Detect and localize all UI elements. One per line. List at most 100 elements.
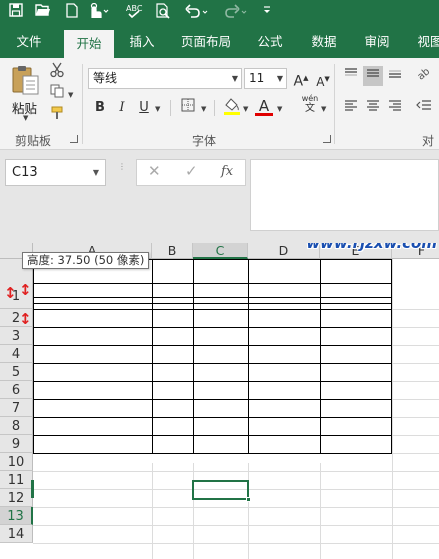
grow-font-label: A — [293, 73, 304, 90]
name-box-value: C13 — [12, 165, 38, 180]
table-border — [33, 259, 34, 453]
tab-formulas[interactable]: 公式 — [249, 25, 291, 58]
spellcheck-icon[interactable]: ABC — [124, 3, 144, 21]
align-center-icon[interactable] — [363, 98, 383, 118]
gridline — [392, 399, 439, 400]
insert-function-button[interactable]: fx — [221, 164, 233, 179]
row-indicator — [31, 480, 34, 498]
fill-color-dropdown-icon[interactable]: ▼ — [243, 105, 248, 113]
copy-icon[interactable] — [47, 84, 67, 104]
font-color-dropdown-icon[interactable]: ▼ — [277, 105, 282, 113]
gridline — [392, 327, 439, 328]
gridline — [392, 363, 439, 364]
tab-data[interactable]: 数据 — [302, 25, 346, 58]
align-top-icon[interactable] — [341, 66, 361, 86]
enter-button[interactable]: ✓ — [185, 162, 198, 180]
align-left-icon[interactable] — [341, 98, 361, 118]
redo-icon[interactable] — [222, 3, 250, 21]
paste-button[interactable]: 粘贴 ▼ — [8, 62, 44, 122]
svg-text:ABC: ABC — [126, 4, 143, 13]
gridline — [193, 463, 194, 559]
print-preview-icon[interactable] — [153, 3, 173, 21]
align-right-icon[interactable] — [385, 98, 405, 118]
tab-page-layout[interactable]: 页面布局 — [173, 25, 239, 58]
font-group-label: 字体 — [192, 134, 217, 148]
borders-dropdown-icon[interactable]: ▼ — [201, 105, 206, 113]
font-size-combo[interactable]: 11 ▼ — [244, 68, 287, 89]
phonetic-dropdown-icon[interactable]: ▼ — [321, 105, 326, 113]
font-color-button[interactable]: A — [254, 96, 274, 116]
borders-icon[interactable] — [178, 98, 198, 118]
underline-button[interactable]: U — [134, 98, 154, 118]
row-header-4[interactable]: 4 — [0, 345, 33, 363]
column-header-c[interactable]: C — [193, 243, 248, 259]
row-header-9[interactable]: 9 — [0, 435, 33, 453]
grow-font-button[interactable]: A▲ — [291, 68, 311, 90]
phonetic-button[interactable]: wén 文 — [298, 94, 322, 114]
fill-handle[interactable] — [246, 497, 251, 502]
row-header-14[interactable]: 14 — [0, 525, 33, 543]
open-icon[interactable] — [33, 3, 53, 21]
column-header-b[interactable]: B — [152, 243, 193, 259]
underline-dropdown-icon[interactable]: ▼ — [155, 105, 160, 113]
gridline — [392, 417, 439, 418]
customize-icon[interactable] — [257, 3, 277, 21]
divider — [170, 100, 171, 116]
tab-file[interactable]: 文件 — [5, 25, 53, 58]
gridline — [33, 507, 439, 508]
tab-home[interactable]: 开始 — [64, 30, 114, 58]
row-header-5[interactable]: 5 — [0, 363, 33, 381]
fill-color-icon[interactable] — [222, 96, 242, 116]
formula-input[interactable] — [250, 159, 439, 231]
undo-icon[interactable] — [183, 3, 211, 21]
row-header-12[interactable]: 12 — [0, 489, 33, 507]
worksheet-grid[interactable]: A B C D E F 1 2 3 4 5 6 7 8 9 10 11 12 1… — [0, 243, 439, 559]
name-box[interactable]: C13 ▼ — [5, 159, 106, 186]
row-header-7[interactable]: 7 — [0, 399, 33, 417]
gridline — [392, 259, 393, 559]
tab-view[interactable]: 视图 — [410, 25, 439, 58]
row-header-3[interactable]: 3 — [0, 327, 33, 345]
cut-icon[interactable] — [47, 62, 67, 82]
font-name-combo[interactable]: 等线 ▼ — [88, 68, 242, 89]
cancel-button[interactable]: ✕ — [148, 162, 161, 180]
active-cell[interactable] — [192, 480, 251, 502]
table-border — [33, 399, 392, 400]
clipboard-launcher-icon[interactable] — [70, 135, 78, 143]
row-header-10[interactable]: 10 — [0, 453, 33, 471]
copy-dropdown-icon[interactable]: ▼ — [68, 91, 73, 99]
quick-access-toolbar: ABC — [0, 0, 439, 25]
table-border — [33, 453, 392, 454]
row-header-8[interactable]: 8 — [0, 417, 33, 435]
decrease-indent-icon[interactable] — [414, 98, 434, 118]
formula-buttons: ✕ ✓ fx — [136, 159, 246, 186]
bold-button[interactable]: B — [90, 98, 110, 118]
orientation-icon[interactable]: ab — [414, 66, 434, 86]
ribbon: 粘贴 ▼ ▼ 剪贴板 等线 ▼ 11 ▼ A▲ A▼ B I U ▼ ▼ ▼ A… — [0, 58, 439, 165]
align-bottom-icon[interactable] — [385, 66, 405, 86]
save-icon[interactable] — [6, 3, 26, 21]
table-border — [33, 417, 392, 418]
chevron-down-icon: ▼ — [231, 74, 238, 83]
new-file-icon[interactable] — [62, 3, 82, 21]
font-size-value: 11 — [249, 71, 265, 85]
row-header-13[interactable]: 13 — [0, 507, 33, 525]
font-color-swatch — [255, 113, 273, 116]
paste-dropdown-icon: ▼ — [23, 114, 29, 122]
gridline — [392, 453, 439, 454]
table-border — [33, 345, 392, 346]
row-header-11[interactable]: 11 — [0, 471, 33, 489]
shrink-font-button[interactable]: A▼ — [313, 69, 333, 89]
formula-bar-area: C13 ▼ ⋮ ✕ ✓ fx — [0, 150, 439, 243]
font-launcher-icon[interactable] — [323, 135, 331, 143]
tab-review[interactable]: 审阅 — [356, 25, 398, 58]
touch-mode-icon[interactable] — [86, 2, 112, 21]
format-painter-icon[interactable] — [47, 106, 67, 126]
tab-insert[interactable]: 插入 — [119, 25, 165, 58]
row-header-6[interactable]: 6 — [0, 381, 33, 399]
chevron-down-icon: ▼ — [92, 168, 99, 177]
gridline — [33, 525, 439, 526]
italic-button[interactable]: I — [112, 98, 132, 118]
formula-bar-grip-icon[interactable]: ⋮ — [118, 163, 126, 181]
align-middle-icon[interactable] — [363, 66, 383, 86]
